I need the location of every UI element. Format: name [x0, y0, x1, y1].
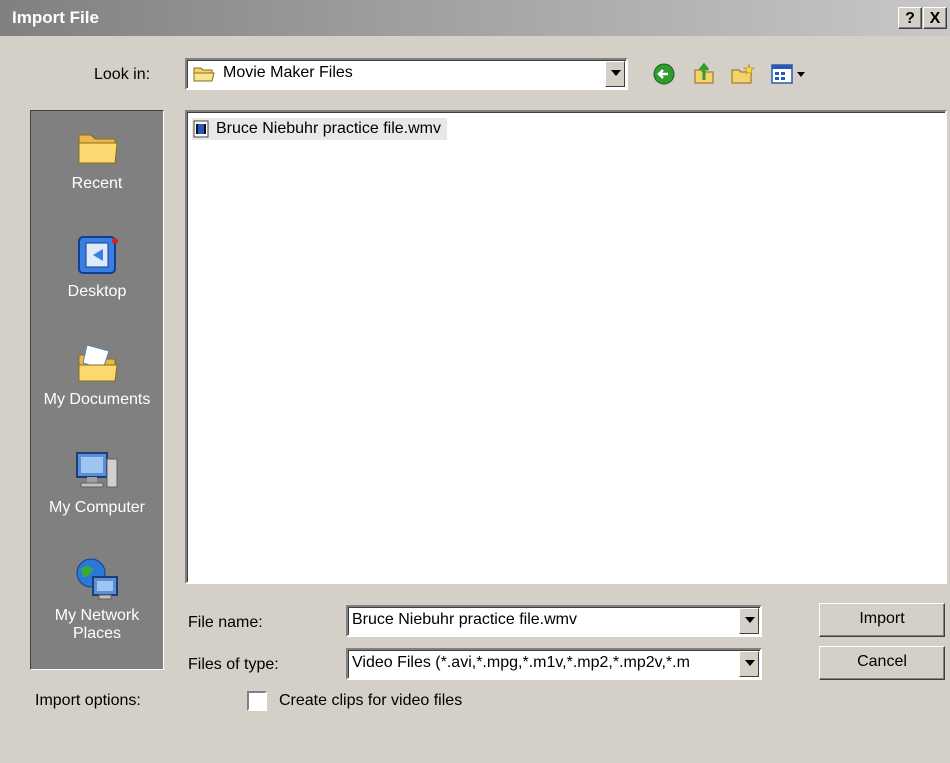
- place-recent-label: Recent: [71, 175, 123, 192]
- close-button[interactable]: X: [923, 7, 947, 29]
- place-recent[interactable]: Recent: [31, 123, 163, 193]
- my-documents-icon: [78, 344, 118, 382]
- video-file-icon: [193, 120, 209, 138]
- place-my-network-places[interactable]: My Network Places: [31, 555, 163, 643]
- place-my-documents[interactable]: My Documents: [31, 339, 163, 409]
- back-icon[interactable]: [652, 62, 676, 86]
- my-computer-icon: [76, 452, 118, 488]
- look-in-dropdown-button[interactable]: [605, 61, 625, 87]
- import-options-label: Import options:: [35, 692, 141, 709]
- file-name-value: Bruce Niebuhr practice file.wmv: [352, 611, 577, 628]
- place-my-network-places-label: My Network Places: [54, 607, 140, 642]
- file-list[interactable]: Bruce Niebuhr practice file.wmv: [185, 110, 947, 584]
- create-clips-label[interactable]: Create clips for video files: [279, 692, 462, 710]
- network-places-icon: [76, 558, 118, 600]
- place-my-computer[interactable]: My Computer: [31, 447, 163, 517]
- help-button[interactable]: ?: [898, 7, 922, 29]
- desktop-icon: [78, 236, 118, 274]
- file-type-label: Files of type:: [188, 656, 279, 673]
- recent-folder-icon: [78, 134, 118, 164]
- file-name-label: File name:: [188, 614, 263, 631]
- list-item[interactable]: Bruce Niebuhr practice file.wmv: [192, 118, 447, 140]
- file-name-input[interactable]: Bruce Niebuhr practice file.wmv: [346, 605, 762, 637]
- file-type-dropdown[interactable]: Video Files (*.avi,*.mpg,*.m1v,*.mp2,*.m…: [346, 648, 762, 680]
- title-bar[interactable]: Import File ? X: [0, 0, 950, 36]
- new-folder-icon[interactable]: [730, 62, 756, 86]
- up-folder-icon[interactable]: [692, 62, 716, 86]
- file-name-text: Bruce Niebuhr practice file.wmv: [216, 120, 441, 137]
- cancel-button[interactable]: Cancel: [819, 646, 945, 680]
- places-bar: Recent Desktop My Documents My Computer: [30, 110, 164, 670]
- window-title: Import File: [12, 8, 99, 27]
- place-my-computer-label: My Computer: [48, 499, 146, 516]
- place-my-documents-label: My Documents: [43, 391, 151, 408]
- file-type-value: Video Files (*.avi,*.mpg,*.m1v,*.mp2,*.m…: [352, 654, 690, 671]
- look-in-value: Movie Maker Files: [223, 64, 353, 81]
- look-in-label: Look in:: [94, 66, 151, 83]
- import-button[interactable]: Import: [819, 603, 945, 637]
- place-desktop-label: Desktop: [67, 283, 127, 300]
- view-menu-icon[interactable]: [770, 62, 810, 86]
- folder-icon: [193, 67, 215, 82]
- file-name-dropdown-button[interactable]: [739, 608, 759, 634]
- place-desktop[interactable]: Desktop: [31, 231, 163, 301]
- create-clips-checkbox[interactable]: [247, 691, 267, 711]
- look-in-dropdown[interactable]: Movie Maker Files: [185, 58, 628, 90]
- file-type-dropdown-button[interactable]: [739, 651, 759, 677]
